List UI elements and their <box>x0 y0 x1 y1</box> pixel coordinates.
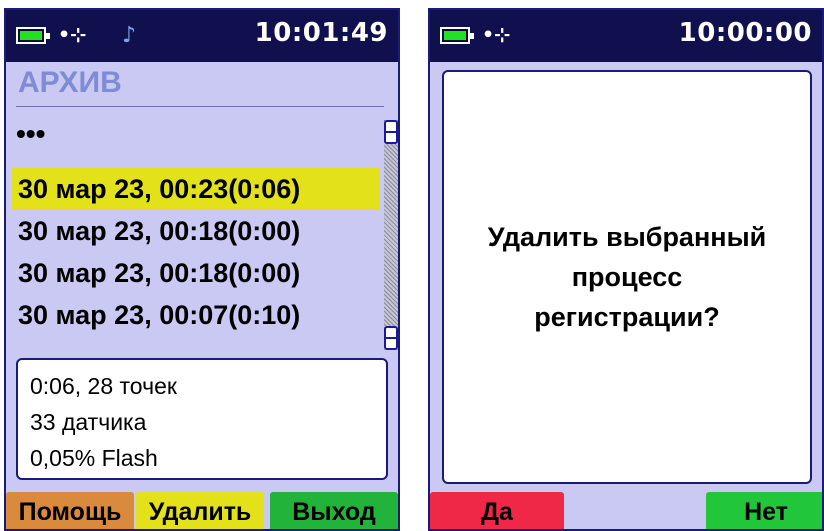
no-button[interactable]: Нет <box>706 492 822 529</box>
page-title: АРХИВ <box>18 66 122 99</box>
battery-icon <box>16 27 50 44</box>
scrollbar-bottom-handle[interactable] <box>384 326 398 350</box>
archive-screen: •⊹ ♪ 10:01:49 АРХИВ ••• 30 мар 23, 00:23… <box>4 8 400 531</box>
confirm-dialog: Удалить выбранный процесс регистрации? <box>442 70 812 484</box>
delete-confirm-screen: •⊹ 10:00:00 Удалить выбранный процесс ре… <box>428 8 824 531</box>
archive-record-item[interactable]: 30 мар 23, 00:18(0:00) <box>12 252 380 294</box>
confirm-message: Удалить выбранный процесс регистрации? <box>488 217 766 337</box>
record-info-panel: 0:06, 28 точек 33 датчика 0,05% Flash <box>16 358 388 480</box>
status-bar: •⊹ 10:00:00 <box>430 10 822 62</box>
confirm-line: регистрации? <box>534 302 720 332</box>
confirm-line: процесс <box>571 262 683 292</box>
softkey-bar: Да Нет <box>430 492 822 529</box>
music-note-icon: ♪ <box>122 23 137 48</box>
title-divider <box>16 106 384 107</box>
softkey-bar: Помощь Удалить Выход <box>6 492 398 529</box>
delete-button[interactable]: Удалить <box>136 492 264 529</box>
usb-icon: •⊹ <box>482 24 511 46</box>
battery-icon <box>440 27 474 44</box>
status-bar: •⊹ ♪ 10:01:49 <box>6 10 398 62</box>
record-flash-usage: 0,05% Flash <box>30 445 158 471</box>
archive-record-item[interactable]: 30 мар 23, 00:07(0:10) <box>12 294 380 336</box>
clock: 10:01:49 <box>254 18 388 48</box>
scrollbar[interactable] <box>384 120 398 350</box>
archive-record-item[interactable]: 30 мар 23, 00:18(0:00) <box>12 210 380 252</box>
archive-record-item[interactable]: 30 мар 23, 00:23(0:06) <box>12 168 380 210</box>
yes-button[interactable]: Да <box>430 492 564 529</box>
scrollbar-top-handle[interactable] <box>384 120 398 144</box>
exit-button[interactable]: Выход <box>270 492 398 529</box>
more-records-indicator[interactable]: ••• <box>16 120 45 148</box>
usb-icon: •⊹ <box>58 24 87 46</box>
confirm-line: Удалить выбранный <box>487 222 767 252</box>
record-duration-points: 0:06, 28 точек <box>30 373 177 399</box>
help-button[interactable]: Помощь <box>6 492 134 529</box>
clock: 10:00:00 <box>678 18 812 48</box>
record-sensor-count: 33 датчика <box>30 409 147 435</box>
